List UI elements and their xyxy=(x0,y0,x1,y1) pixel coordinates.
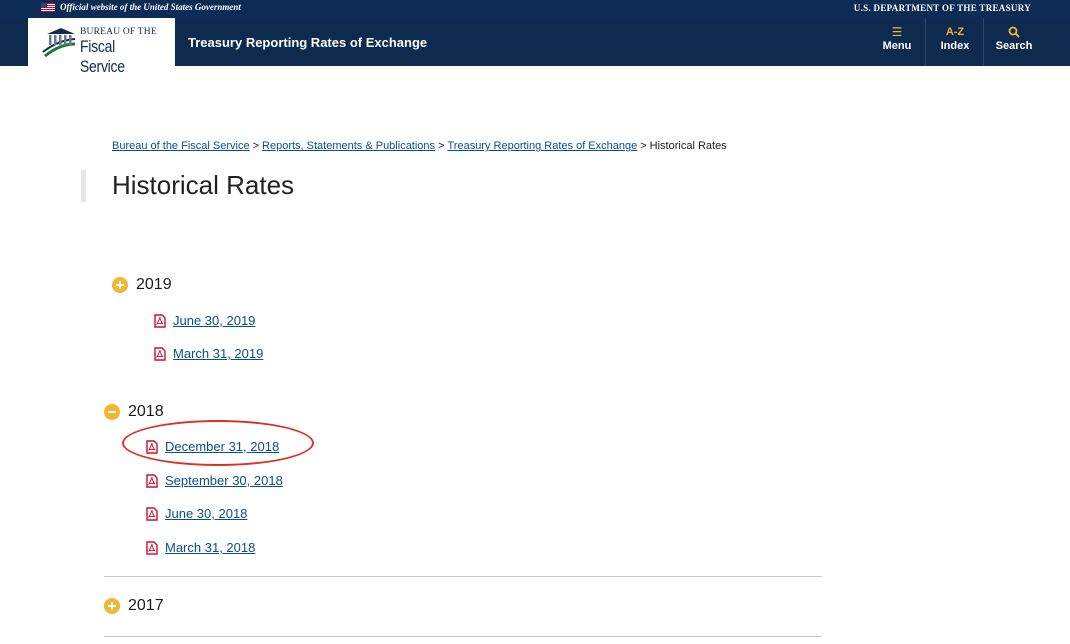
collapse-icon xyxy=(104,404,120,420)
pdf-icon xyxy=(146,540,158,555)
fiscal-service-logo[interactable]: BUREAU OF THE Fiscal Service xyxy=(28,18,175,76)
pdf-icon xyxy=(154,313,166,328)
breadcrumb-link-fiscal-service[interactable]: Bureau of the Fiscal Service xyxy=(112,140,250,152)
list-item[interactable]: June 30, 2019 xyxy=(154,313,255,328)
pdf-link[interactable]: June 30, 2019 xyxy=(173,313,255,328)
accordion-toggle-2019[interactable]: 2019 xyxy=(112,276,172,294)
search-button[interactable]: Search xyxy=(983,18,1044,66)
breadcrumb-link-reports[interactable]: Reports, Statements & Publications xyxy=(262,140,435,152)
gov-official-notice: Official website of the United States Go… xyxy=(41,2,241,12)
list-item[interactable]: September 30, 2018 xyxy=(146,473,283,488)
list-item[interactable]: March 31, 2018 xyxy=(146,540,255,555)
list-item[interactable]: March 31, 2019 xyxy=(154,346,263,361)
year-label: 2017 xyxy=(128,597,164,614)
pdf-link[interactable]: March 31, 2018 xyxy=(165,540,255,555)
logo-text-top: BUREAU OF THE xyxy=(80,27,157,37)
breadcrumb-separator: > xyxy=(252,140,260,152)
accordion-toggle-2018[interactable]: 2018 xyxy=(104,403,164,421)
pdf-link[interactable]: September 30, 2018 xyxy=(165,473,283,488)
menu-button[interactable]: ☰ Menu xyxy=(869,18,925,66)
highlight-annotation xyxy=(122,420,314,466)
breadcrumb-separator: > xyxy=(640,140,647,152)
gov-banner: Official website of the United States Go… xyxy=(0,0,1070,18)
pdf-link[interactable]: March 31, 2019 xyxy=(173,346,263,361)
az-icon: A-Z xyxy=(945,26,965,38)
official-website-text: Official website of the United States Go… xyxy=(60,2,241,12)
site-header: BUREAU OF THE Fiscal Service Treasury Re… xyxy=(0,18,1070,76)
us-flag-icon xyxy=(41,2,55,12)
breadcrumb-current: Historical Rates xyxy=(649,140,727,152)
menu-icon: ☰ xyxy=(891,25,903,39)
accordion-toggle-2017[interactable]: 2017 xyxy=(104,597,164,615)
page-title: Historical Rates xyxy=(112,170,295,200)
pdf-link[interactable]: June 30, 2018 xyxy=(165,506,247,521)
pdf-icon xyxy=(146,506,158,521)
year-label: 2018 xyxy=(128,403,164,420)
list-item[interactable]: June 30, 2018 xyxy=(146,506,247,521)
treasury-building-icon xyxy=(42,28,76,58)
breadcrumb-separator: > xyxy=(438,140,445,152)
title-accent-bar xyxy=(81,170,86,202)
pdf-icon xyxy=(146,473,158,488)
expand-icon xyxy=(104,598,120,614)
search-label: Search xyxy=(995,40,1033,52)
pdf-icon xyxy=(154,346,166,361)
az-index-button[interactable]: A-Z Index xyxy=(925,18,984,66)
section-divider xyxy=(104,576,822,577)
breadcrumb: Bureau of the Fiscal Service > Reports, St… xyxy=(112,140,727,152)
site-title[interactable]: Treasury Reporting Rates of Exchange xyxy=(188,35,427,50)
year-label: 2019 xyxy=(136,276,172,293)
department-text: U.S. DEPARTMENT OF THE TREASURY xyxy=(853,3,1031,13)
breadcrumb-link-exchange-rates[interactable]: Treasury Reporting Rates of Exchange xyxy=(447,140,637,152)
section-divider xyxy=(104,636,822,637)
expand-icon xyxy=(112,277,128,293)
logo-text-main: Fiscal Service xyxy=(80,37,125,76)
search-icon xyxy=(1008,26,1020,38)
index-label: Index xyxy=(940,40,970,52)
menu-label: Menu xyxy=(882,40,912,52)
